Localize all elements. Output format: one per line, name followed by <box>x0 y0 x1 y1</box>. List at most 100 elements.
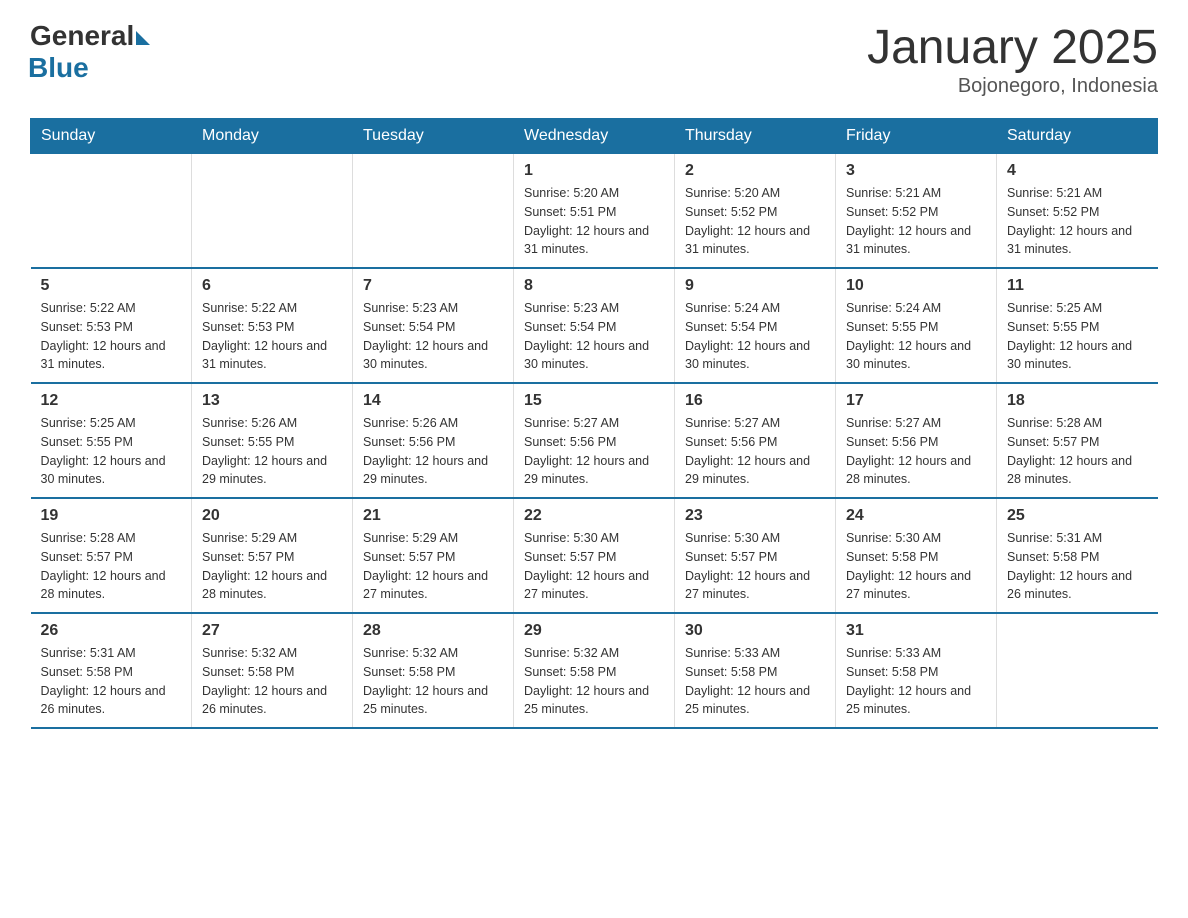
calendar-week-row: 5 Sunrise: 5:22 AM Sunset: 5:53 PM Daylig… <box>31 268 1158 383</box>
day-number: 10 <box>846 277 986 295</box>
calendar-day-cell <box>31 154 192 269</box>
calendar-day-cell: 21Sunrise: 5:29 AM Sunset: 5:57 PM Dayli… <box>353 498 514 613</box>
day-number: 22 <box>524 507 664 525</box>
day-sun-info: Sunrise: 5:22 AM Sunset: 5:53 PM Dayligh… <box>202 299 342 374</box>
day-sun-info: Sunrise: 5:23 AM Sunset: 5:54 PM Dayligh… <box>524 299 664 374</box>
day-number: 18 <box>1007 392 1148 410</box>
day-number: 27 <box>202 622 342 640</box>
day-sun-info: Sunrise: 5:32 AM Sunset: 5:58 PM Dayligh… <box>363 644 503 719</box>
day-number: 28 <box>363 622 503 640</box>
calendar-day-cell <box>192 154 353 269</box>
day-number: 14 <box>363 392 503 410</box>
location-subtitle: Bojonegoro, Indonesia <box>867 75 1158 98</box>
day-sun-info: Sunrise: 5:27 AM Sunset: 5:56 PM Dayligh… <box>524 414 664 489</box>
calendar-day-cell: 13 Sunrise: 5:26 AM Sunset: 5:55 PM Dayli… <box>192 383 353 498</box>
day-number: 13 <box>202 392 342 410</box>
day-sun-info: Sunrise: 5:26 AM Sunset: 5:55 PM Dayligh… <box>202 414 342 489</box>
calendar-body: 1 Sunrise: 5:20 AM Sunset: 5:51 PM Daylig… <box>31 154 1158 729</box>
calendar-header: SundayMondayTuesdayWednesdayThursdayFrid… <box>31 119 1158 154</box>
day-number: 16 <box>685 392 825 410</box>
day-number: 1 <box>524 162 664 180</box>
day-sun-info: Sunrise: 5:28 AM Sunset: 5:57 PM Dayligh… <box>41 529 182 604</box>
day-of-week-header: Monday <box>192 119 353 154</box>
logo-blue-text: Blue <box>28 52 89 84</box>
logo: General Blue <box>30 20 150 84</box>
day-sun-info: Sunrise: 5:25 AM Sunset: 5:55 PM Dayligh… <box>1007 299 1148 374</box>
day-of-week-header: Tuesday <box>353 119 514 154</box>
calendar-day-cell: 9 Sunrise: 5:24 AM Sunset: 5:54 PM Daylig… <box>675 268 836 383</box>
day-number: 30 <box>685 622 825 640</box>
day-sun-info: Sunrise: 5:31 AM Sunset: 5:58 PM Dayligh… <box>41 644 182 719</box>
day-sun-info: Sunrise: 5:20 AM Sunset: 5:51 PM Dayligh… <box>524 184 664 259</box>
calendar-day-cell: 10 Sunrise: 5:24 AM Sunset: 5:55 PM Dayli… <box>836 268 997 383</box>
day-sun-info: Sunrise: 5:22 AM Sunset: 5:53 PM Dayligh… <box>41 299 182 374</box>
calendar-day-cell: 25 Sunrise: 5:31 AM Sunset: 5:58 PM Dayli… <box>997 498 1158 613</box>
day-number: 6 <box>202 277 342 295</box>
calendar-day-cell: 23 Sunrise: 5:30 AM Sunset: 5:57 PM Dayli… <box>675 498 836 613</box>
day-of-week-header: Saturday <box>997 119 1158 154</box>
calendar-day-cell: 6 Sunrise: 5:22 AM Sunset: 5:53 PM Daylig… <box>192 268 353 383</box>
day-sun-info: Sunrise: 5:30 AM Sunset: 5:58 PM Dayligh… <box>846 529 986 604</box>
calendar-day-cell: 26 Sunrise: 5:31 AM Sunset: 5:58 PM Dayli… <box>31 613 192 728</box>
day-of-week-header: Thursday <box>675 119 836 154</box>
day-number: 26 <box>41 622 182 640</box>
day-number: 4 <box>1007 162 1148 180</box>
day-sun-info: Sunrise: 5:21 AM Sunset: 5:52 PM Dayligh… <box>846 184 986 259</box>
day-sun-info: Sunrise: 5:28 AM Sunset: 5:57 PM Dayligh… <box>1007 414 1148 489</box>
day-number: 9 <box>685 277 825 295</box>
day-number: 31 <box>846 622 986 640</box>
day-number: 17 <box>846 392 986 410</box>
day-number: 2 <box>685 162 825 180</box>
day-number: 11 <box>1007 277 1148 295</box>
page-header: General Blue January 2025 Bojonegoro, In… <box>30 20 1158 98</box>
calendar-day-cell: 29Sunrise: 5:32 AM Sunset: 5:58 PM Dayli… <box>514 613 675 728</box>
day-sun-info: Sunrise: 5:30 AM Sunset: 5:57 PM Dayligh… <box>685 529 825 604</box>
day-sun-info: Sunrise: 5:24 AM Sunset: 5:54 PM Dayligh… <box>685 299 825 374</box>
calendar-week-row: 12Sunrise: 5:25 AM Sunset: 5:55 PM Dayli… <box>31 383 1158 498</box>
day-number: 25 <box>1007 507 1148 525</box>
day-sun-info: Sunrise: 5:27 AM Sunset: 5:56 PM Dayligh… <box>846 414 986 489</box>
day-of-week-header: Sunday <box>31 119 192 154</box>
day-number: 3 <box>846 162 986 180</box>
calendar-day-cell: 28 Sunrise: 5:32 AM Sunset: 5:58 PM Dayli… <box>353 613 514 728</box>
calendar-week-row: 1 Sunrise: 5:20 AM Sunset: 5:51 PM Daylig… <box>31 154 1158 269</box>
day-sun-info: Sunrise: 5:27 AM Sunset: 5:56 PM Dayligh… <box>685 414 825 489</box>
calendar-day-cell: 2Sunrise: 5:20 AM Sunset: 5:52 PM Daylig… <box>675 154 836 269</box>
day-number: 23 <box>685 507 825 525</box>
calendar-day-cell: 4 Sunrise: 5:21 AM Sunset: 5:52 PM Daylig… <box>997 154 1158 269</box>
day-number: 5 <box>41 277 182 295</box>
calendar-day-cell: 31 Sunrise: 5:33 AM Sunset: 5:58 PM Dayli… <box>836 613 997 728</box>
calendar-day-cell: 24 Sunrise: 5:30 AM Sunset: 5:58 PM Dayli… <box>836 498 997 613</box>
calendar-day-cell: 17 Sunrise: 5:27 AM Sunset: 5:56 PM Dayli… <box>836 383 997 498</box>
day-sun-info: Sunrise: 5:24 AM Sunset: 5:55 PM Dayligh… <box>846 299 986 374</box>
calendar-table: SundayMondayTuesdayWednesdayThursdayFrid… <box>30 118 1158 729</box>
day-sun-info: Sunrise: 5:33 AM Sunset: 5:58 PM Dayligh… <box>685 644 825 719</box>
calendar-day-cell <box>353 154 514 269</box>
calendar-day-cell: 19 Sunrise: 5:28 AM Sunset: 5:57 PM Dayli… <box>31 498 192 613</box>
day-sun-info: Sunrise: 5:25 AM Sunset: 5:55 PM Dayligh… <box>41 414 182 489</box>
calendar-day-cell <box>997 613 1158 728</box>
calendar-day-cell: 5 Sunrise: 5:22 AM Sunset: 5:53 PM Daylig… <box>31 268 192 383</box>
calendar-day-cell: 12Sunrise: 5:25 AM Sunset: 5:55 PM Dayli… <box>31 383 192 498</box>
day-number: 24 <box>846 507 986 525</box>
day-sun-info: Sunrise: 5:29 AM Sunset: 5:57 PM Dayligh… <box>363 529 503 604</box>
day-of-week-header: Wednesday <box>514 119 675 154</box>
day-number: 8 <box>524 277 664 295</box>
day-sun-info: Sunrise: 5:32 AM Sunset: 5:58 PM Dayligh… <box>524 644 664 719</box>
logo-general-text: General <box>30 20 134 52</box>
calendar-day-cell: 1 Sunrise: 5:20 AM Sunset: 5:51 PM Daylig… <box>514 154 675 269</box>
day-sun-info: Sunrise: 5:23 AM Sunset: 5:54 PM Dayligh… <box>363 299 503 374</box>
calendar-day-cell: 15 Sunrise: 5:27 AM Sunset: 5:56 PM Dayli… <box>514 383 675 498</box>
day-number: 7 <box>363 277 503 295</box>
calendar-day-cell: 20Sunrise: 5:29 AM Sunset: 5:57 PM Dayli… <box>192 498 353 613</box>
day-sun-info: Sunrise: 5:32 AM Sunset: 5:58 PM Dayligh… <box>202 644 342 719</box>
day-sun-info: Sunrise: 5:31 AM Sunset: 5:58 PM Dayligh… <box>1007 529 1148 604</box>
day-sun-info: Sunrise: 5:21 AM Sunset: 5:52 PM Dayligh… <box>1007 184 1148 259</box>
day-number: 19 <box>41 507 182 525</box>
day-sun-info: Sunrise: 5:33 AM Sunset: 5:58 PM Dayligh… <box>846 644 986 719</box>
month-year-title: January 2025 <box>867 20 1158 75</box>
calendar-week-row: 19 Sunrise: 5:28 AM Sunset: 5:57 PM Dayli… <box>31 498 1158 613</box>
day-sun-info: Sunrise: 5:26 AM Sunset: 5:56 PM Dayligh… <box>363 414 503 489</box>
day-number: 15 <box>524 392 664 410</box>
title-block: January 2025 Bojonegoro, Indonesia <box>867 20 1158 98</box>
